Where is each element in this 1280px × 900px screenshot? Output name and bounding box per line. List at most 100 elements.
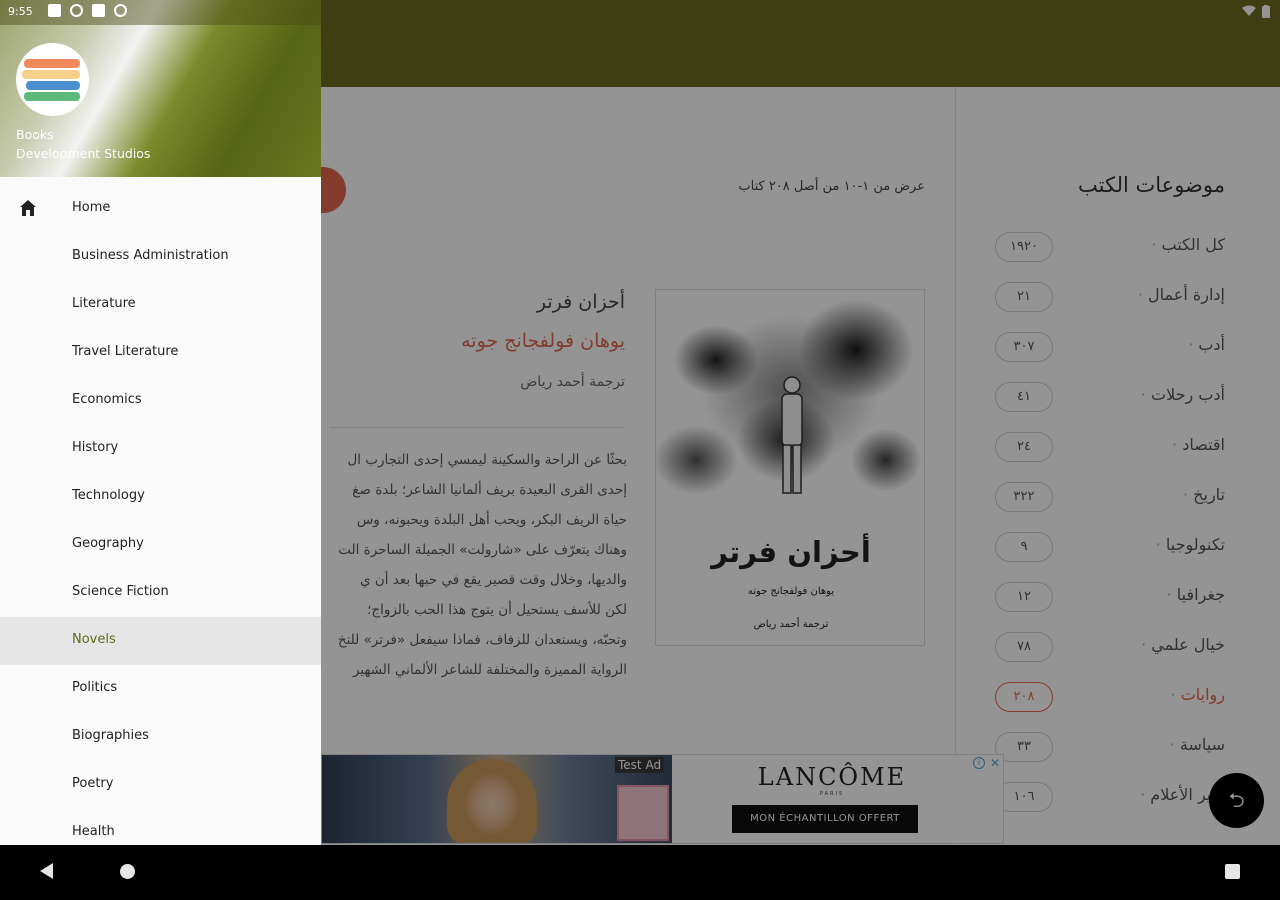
home-nav-icon[interactable] <box>120 864 135 879</box>
topic-count-badge: ٢١ <box>995 282 1053 312</box>
drawer-item-technology[interactable]: Technology <box>0 473 321 521</box>
ad-close-icon[interactable]: ✕ <box>990 756 1000 770</box>
topic-label: تاريخ <box>1183 485 1225 504</box>
book-description: بحثًا عن الراحة والسكينة ليمسي إحدى التج… <box>322 445 627 685</box>
drawer-item-label: Biographies <box>72 728 149 743</box>
drawer-item-biographies[interactable]: Biographies <box>0 713 321 761</box>
drawer-status-overlay: 9:55 <box>0 0 321 25</box>
book-title[interactable]: أحزان فرتر <box>537 291 625 313</box>
drawer-header: 9:55 Books Development Studios <box>0 0 321 177</box>
topic-label: اقتصاد <box>1172 435 1225 454</box>
topic-label: سياسة <box>1170 735 1225 754</box>
description-line: لكن للأسف يستحيل أن يتوج هذا الحب بالزوا… <box>367 602 627 618</box>
topic-item[interactable]: جغرافيا ١٢ <box>995 582 1225 612</box>
topic-label: أدب رحلات <box>1141 385 1225 404</box>
topic-item[interactable]: تكنولوجيا ٩ <box>995 532 1225 562</box>
drawer-item-label: Literature <box>72 296 136 311</box>
topic-item[interactable]: سير الأعلام١٠٦ <box>995 782 1225 812</box>
drawer-item-health[interactable]: Health <box>0 809 321 845</box>
topic-label: أدب <box>1188 335 1225 354</box>
ad-brand: LANCÔME <box>757 763 907 791</box>
drawer-item-geography[interactable]: Geography <box>0 521 321 569</box>
topic-label: جغرافيا <box>1167 585 1225 604</box>
back-fab[interactable]: ⮌ <box>1209 773 1264 828</box>
drawer-item-poetry[interactable]: Poetry <box>0 761 321 809</box>
drawer-item-history[interactable]: History <box>0 425 321 473</box>
topic-item[interactable]: خيال علمي ٧٨ <box>995 632 1225 662</box>
drawer-item-home[interactable]: Home <box>0 185 321 233</box>
drawer-item-label: Politics <box>72 680 118 695</box>
drawer-item-label: Economics <box>72 392 142 407</box>
drawer-item-travel-literature[interactable]: Travel Literature <box>0 329 321 377</box>
description-line: وتحبّه، ويستعدان للزفاف، فماذا سيفعل «فر… <box>337 632 627 648</box>
topic-count-badge: ٣٢٢ <box>995 482 1053 512</box>
status-system-icons <box>1242 5 1270 18</box>
results-info: عرض من ١-١٠ من أصل ٢٠٨ كتاب <box>738 179 925 194</box>
topic-count-badge: ٧٨ <box>995 632 1053 662</box>
notification-icon <box>70 4 83 17</box>
ad-info-icon[interactable]: i <box>973 757 985 769</box>
ad-model-image <box>447 759 537 843</box>
topic-item[interactable]: تاريخ ٣٢٢ <box>995 482 1225 512</box>
cover-figure <box>781 376 803 494</box>
topic-item[interactable]: كل الكتب ١٩٢٠ <box>995 232 1225 262</box>
cover-author: يوهان فولفجانج جوته <box>747 586 835 597</box>
drawer-item-science-fiction[interactable]: Science Fiction <box>0 569 321 617</box>
topic-label: خيال علمي <box>1141 635 1225 654</box>
drawer-item-economics[interactable]: Economics <box>0 377 321 425</box>
book-translator: ترجمة أحمد رياض <box>520 374 625 390</box>
app-name-line2: Development Studios <box>16 146 151 161</box>
description-line: والديها، وخلال وقت قصير يقع في حبها بعد … <box>359 572 627 588</box>
back-icon[interactable] <box>40 863 53 879</box>
topic-count-badge: ٣٠٧ <box>995 332 1053 362</box>
system-nav-bar <box>0 845 1280 900</box>
topic-count-badge: ١٩٢٠ <box>995 232 1053 262</box>
drawer-item-label: Business Administration <box>72 248 229 263</box>
topic-label: تكنولوجيا <box>1156 535 1225 554</box>
drawer-item-novels[interactable]: Novels <box>0 617 321 665</box>
topic-item[interactable]: إدارة أعمال ٢١ <box>995 282 1225 312</box>
battery-icon <box>1262 5 1270 18</box>
ad-brand-sub: PARIS <box>819 791 845 797</box>
separator <box>330 427 625 428</box>
cover-title: أحزان فرتر <box>711 535 871 569</box>
topic-label: روايات <box>1171 685 1225 704</box>
drawer-item-label: Home <box>72 200 111 215</box>
navigation-drawer: 9:55 Books Development Studios Home Busin… <box>0 0 321 845</box>
book-author[interactable]: يوهان فولفجانج جوته <box>461 330 625 352</box>
recents-icon[interactable] <box>1225 864 1240 879</box>
topic-count-badge: ١٢ <box>995 582 1053 612</box>
drawer-item-label: Novels <box>72 632 116 647</box>
topic-item[interactable]: أدب ٣٠٧ <box>995 332 1225 362</box>
drawer-item-label: History <box>72 440 119 455</box>
drawer-item-label: Geography <box>72 536 144 551</box>
app-name: Books Development Studios <box>16 125 150 163</box>
home-icon <box>20 200 36 216</box>
drawer-item-label: Science Fiction <box>72 584 169 599</box>
status-notification-icons <box>48 4 127 17</box>
drawer-item-literature[interactable]: Literature <box>0 281 321 329</box>
topic-count-badge: ٢٠٨ <box>995 682 1053 712</box>
ad-product-image <box>617 785 669 841</box>
topic-label: كل الكتب <box>1151 235 1225 254</box>
topic-item[interactable]: اقتصاد ٢٤ <box>995 432 1225 462</box>
wifi-icon <box>1242 5 1256 16</box>
drawer-item-politics[interactable]: Politics <box>0 665 321 713</box>
drawer-menu: Home Business Administration Literature Tra… <box>0 185 321 845</box>
topic-item[interactable]: روايات ٢٠٨ <box>995 682 1225 712</box>
app-name-line1: Books <box>16 127 54 142</box>
description-line: الرواية المميزة والمختلفة للشاعر الألمان… <box>352 662 627 678</box>
topic-item[interactable]: سياسة٣٣ <box>995 732 1225 762</box>
notification-icon <box>114 4 127 17</box>
drawer-item-label: Poetry <box>72 776 114 791</box>
description-line: وهناك يتعرّف على «شارولت» الجميلة الساحر… <box>338 542 627 558</box>
ad-banner[interactable]: Test Ad LANCÔME PARIS MON ÉCHANTILLON OF… <box>321 754 1004 844</box>
drawer-item-business-administration[interactable]: Business Administration <box>0 233 321 281</box>
topic-label: إدارة أعمال <box>1138 285 1225 304</box>
notification-icon <box>48 4 61 17</box>
ad-cta-button[interactable]: MON ÉCHANTILLON OFFERT <box>732 805 918 833</box>
topic-item[interactable]: أدب رحلات ٤١ <box>995 382 1225 412</box>
book-cover[interactable]: أحزان فرتر يوهان فولفجانج جوته ترجمة أحم… <box>655 289 925 646</box>
ad-badge: Test Ad <box>615 757 665 773</box>
app-logo <box>16 43 89 116</box>
